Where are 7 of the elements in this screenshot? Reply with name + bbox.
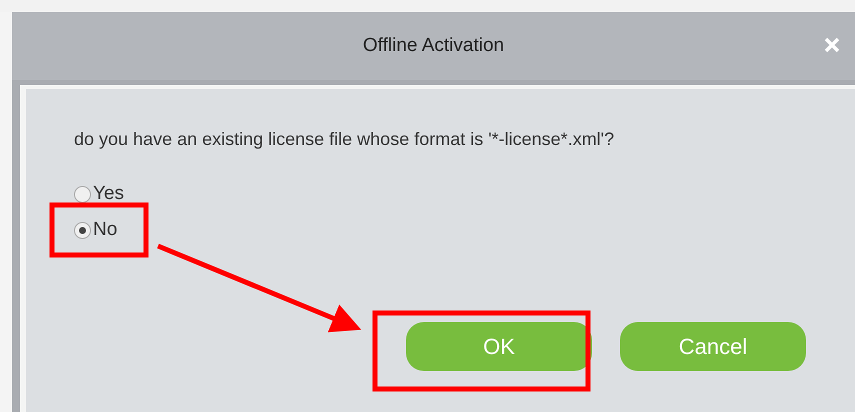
radio-button[interactable] xyxy=(74,222,91,238)
option-label[interactable]: Yes xyxy=(93,183,124,205)
radio-button[interactable] xyxy=(74,186,91,202)
option-label[interactable]: No xyxy=(93,219,118,241)
question-text: do you have an existing license file whose format is '*-license*.xml'? xyxy=(74,129,616,150)
close-icon[interactable] xyxy=(823,36,841,54)
dialog-title: Offline Activation xyxy=(362,35,504,57)
